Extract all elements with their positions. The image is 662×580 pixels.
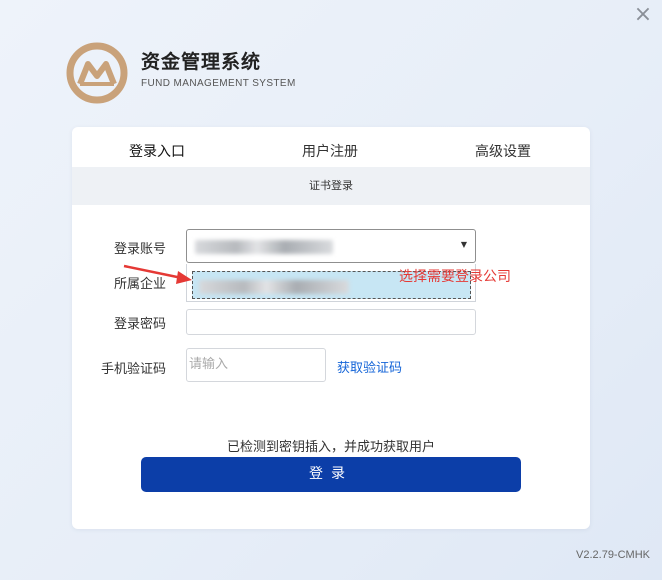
password-field[interactable] [186, 309, 476, 335]
app-title: 资金管理系统 [141, 51, 262, 73]
certificate-login-bar: 证书登录 [72, 167, 590, 205]
sms-code-label: 手机验证码 [100, 362, 166, 377]
login-button[interactable]: 登录 [141, 457, 521, 492]
dropdown-caret-icon: ▼ [460, 240, 467, 249]
tab-advanced-settings[interactable]: 高级设置 [475, 141, 531, 161]
login-card: 登录入口 用户注册 高级设置 证书登录 登录账号 ▼ 所属企业 登录密码 手机验… [72, 127, 590, 529]
status-message: 已检测到密钥插入，并成功获取用户 [226, 440, 435, 455]
annotation-text: 选择需要登录公司 [399, 269, 511, 285]
account-select[interactable]: ▼ [186, 229, 476, 263]
app-subtitle: FUND MANAGEMENT SYSTEM [141, 78, 296, 89]
tab-register[interactable]: 用户注册 [302, 141, 358, 161]
certificate-login-label: 证书登录 [309, 179, 353, 192]
sms-code-input[interactable]: 请输入 [186, 348, 326, 382]
fund-logo-icon [66, 42, 128, 104]
account-value-redacted [195, 240, 333, 254]
tab-bar: 登录入口 用户注册 高级设置 [72, 127, 590, 167]
company-value-redacted [199, 280, 349, 294]
account-label: 登录账号 [113, 242, 166, 257]
tab-login[interactable]: 登录入口 [129, 141, 185, 161]
password-label: 登录密码 [113, 317, 166, 332]
sms-code-placeholder: 请输入 [189, 357, 229, 372]
get-code-link[interactable]: 获取验证码 [337, 357, 402, 376]
version-label: V2.2.79-CMHK [576, 549, 650, 561]
annotation-arrow-icon [123, 264, 192, 284]
close-button[interactable]: × [632, 4, 654, 26]
